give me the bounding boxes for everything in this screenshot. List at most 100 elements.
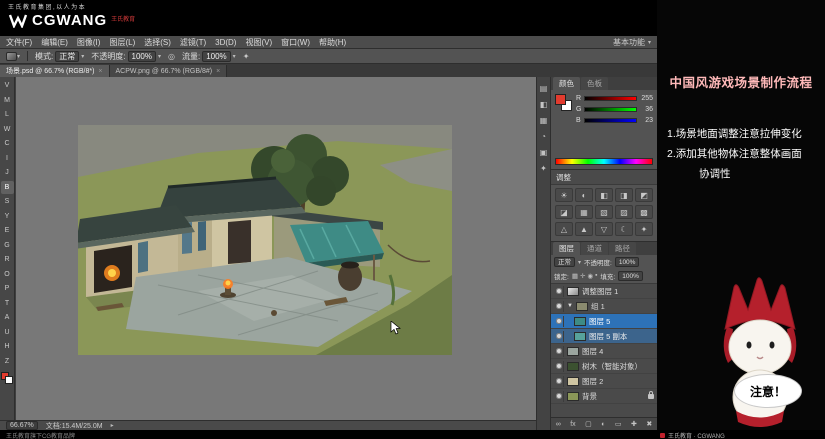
- adjustment-icon[interactable]: ▧: [595, 205, 613, 219]
- adjustment-icon[interactable]: ◧: [595, 188, 613, 202]
- layer-group-row[interactable]: ▼ 组 1: [551, 299, 657, 314]
- tool-shape[interactable]: U: [1, 326, 14, 340]
- layer-mask-icon[interactable]: ▢: [585, 420, 592, 428]
- layer-row[interactable]: 树木（智能对象）: [551, 359, 657, 374]
- document-tab[interactable]: ACPW.png @ 66.7% (RGB/8#) ×: [110, 65, 228, 77]
- layer-thumbnail[interactable]: [567, 392, 579, 401]
- group-expand-icon[interactable]: ▼: [567, 303, 573, 309]
- blend-mode-select[interactable]: 正常: [554, 257, 575, 267]
- tab-channels[interactable]: 通道: [581, 242, 608, 255]
- airbrush-icon[interactable]: ✦: [243, 52, 250, 61]
- lock-transparency-icon[interactable]: ▦: [572, 272, 578, 280]
- layer-thumbnail[interactable]: [567, 287, 579, 296]
- tool-pen[interactable]: P: [1, 282, 14, 296]
- adjustment-icon[interactable]: ◨: [615, 188, 633, 202]
- visibility-eye-icon[interactable]: [554, 316, 564, 327]
- tool-type[interactable]: T: [1, 297, 14, 311]
- tool-marquee[interactable]: M: [1, 94, 14, 108]
- adjustment-icon[interactable]: ▲: [575, 222, 593, 236]
- panel-properties-icon[interactable]: ◧: [540, 100, 548, 109]
- menu-file[interactable]: 文件(F): [6, 37, 32, 48]
- menu-image[interactable]: 图像(I): [77, 37, 101, 48]
- tool-crop[interactable]: C: [1, 137, 14, 151]
- tool-gradient[interactable]: G: [1, 239, 14, 253]
- toolbox-color-chips[interactable]: [1, 372, 13, 384]
- layer-opacity-field[interactable]: 100%: [615, 257, 640, 267]
- tool-eyedropper[interactable]: I: [1, 152, 14, 166]
- red-slider-track[interactable]: [584, 96, 637, 101]
- tool-hand[interactable]: H: [1, 340, 14, 354]
- menu-layer[interactable]: 图层(L): [109, 37, 135, 48]
- tool-lasso[interactable]: L: [1, 108, 14, 122]
- tab-layers[interactable]: 图层: [553, 242, 580, 255]
- workspace-switcher[interactable]: 基本功能 ▾: [613, 37, 651, 48]
- panel-styles-icon[interactable]: ▣: [540, 148, 548, 157]
- layer-thumbnail[interactable]: [574, 332, 586, 341]
- tab-color[interactable]: 颜色: [553, 77, 580, 90]
- green-slider-track[interactable]: [584, 107, 637, 112]
- close-tab-icon[interactable]: ×: [98, 68, 102, 75]
- tool-blur[interactable]: R: [1, 253, 14, 267]
- color-swatch-stack[interactable]: [555, 94, 572, 111]
- menu-view[interactable]: 视图(V): [245, 37, 272, 48]
- menu-window[interactable]: 窗口(W): [281, 37, 310, 48]
- tool-healing-brush[interactable]: J: [1, 166, 14, 180]
- menu-filter[interactable]: 滤镜(T): [180, 37, 206, 48]
- tool-path-select[interactable]: A: [1, 311, 14, 325]
- canvas-area[interactable]: [16, 77, 536, 420]
- tool-history-brush[interactable]: Y: [1, 210, 14, 224]
- panel-actions-icon[interactable]: ◔: [541, 132, 546, 141]
- lock-icons[interactable]: ▦ ✛ ◉ ▪: [572, 272, 598, 280]
- link-layers-icon[interactable]: ∞: [556, 421, 561, 428]
- flow-option[interactable]: 流量: 100% ▾: [182, 51, 236, 62]
- layer-thumbnail[interactable]: [567, 347, 579, 356]
- new-layer-icon[interactable]: ✚: [631, 420, 637, 428]
- adjustment-icon[interactable]: ◩: [635, 188, 653, 202]
- tool-zoom[interactable]: Z: [1, 355, 14, 369]
- adjustment-icon[interactable]: ▨: [615, 205, 633, 219]
- tab-paths[interactable]: 路径: [609, 242, 636, 255]
- document-tab[interactable]: 场景.psd @ 66.7% (RGB/8*) ×: [0, 65, 110, 77]
- adjustment-icon[interactable]: ▽: [595, 222, 613, 236]
- panel-info-icon[interactable]: ▦: [540, 116, 548, 125]
- tool-preset-picker[interactable]: ▾: [6, 51, 20, 60]
- lock-all-icon[interactable]: ▪: [595, 272, 597, 280]
- lock-position-icon[interactable]: ◉: [587, 272, 593, 280]
- tool-clone-stamp[interactable]: S: [1, 195, 14, 209]
- blue-slider[interactable]: B 23: [576, 117, 653, 124]
- layer-row[interactable]: 图层 4: [551, 344, 657, 359]
- layer-row-background[interactable]: 背景: [551, 389, 657, 404]
- adjustment-icon[interactable]: ✦: [635, 222, 653, 236]
- opacity-option[interactable]: 不透明度: 100% ▾: [91, 51, 161, 62]
- background-color-chip[interactable]: [5, 376, 13, 384]
- menu-help[interactable]: 帮助(H): [319, 37, 346, 48]
- tool-magic-wand[interactable]: W: [1, 123, 14, 137]
- visibility-eye-icon[interactable]: [554, 301, 564, 312]
- blue-slider-track[interactable]: [584, 118, 637, 123]
- visibility-eye-icon[interactable]: [554, 331, 564, 342]
- adjustment-icon[interactable]: ▩: [635, 205, 653, 219]
- panel-brush-icon[interactable]: ✦: [540, 164, 547, 173]
- visibility-eye-icon[interactable]: [554, 361, 564, 372]
- layer-thumbnail[interactable]: [574, 317, 586, 326]
- menu-select[interactable]: 选择(S): [144, 37, 171, 48]
- adjustment-icon[interactable]: △: [555, 222, 573, 236]
- delete-layer-icon[interactable]: ✖: [646, 420, 652, 428]
- adjustment-icon[interactable]: ▦: [575, 205, 593, 219]
- visibility-eye-icon[interactable]: [554, 346, 564, 357]
- zoom-level-field[interactable]: 66.67%: [6, 421, 38, 430]
- close-tab-icon[interactable]: ×: [216, 68, 220, 75]
- adjustment-layer-icon[interactable]: ◐: [601, 421, 605, 428]
- green-slider[interactable]: G 36: [576, 106, 653, 113]
- tab-swatches[interactable]: 色板: [581, 77, 608, 90]
- tool-move[interactable]: V: [1, 79, 14, 93]
- adjustment-icon[interactable]: ◐: [575, 188, 593, 202]
- adjustment-icon[interactable]: ☾: [615, 222, 633, 236]
- layer-row-selected[interactable]: 图层 5: [551, 314, 657, 329]
- layer-row[interactable]: 调整图层 1: [551, 284, 657, 299]
- adjustment-icon[interactable]: ◪: [555, 205, 573, 219]
- layer-thumbnail[interactable]: [567, 362, 579, 371]
- layer-thumbnail[interactable]: [567, 377, 579, 386]
- pressure-opacity-icon[interactable]: ◎: [168, 52, 175, 61]
- adjustment-icon[interactable]: ☀: [555, 188, 573, 202]
